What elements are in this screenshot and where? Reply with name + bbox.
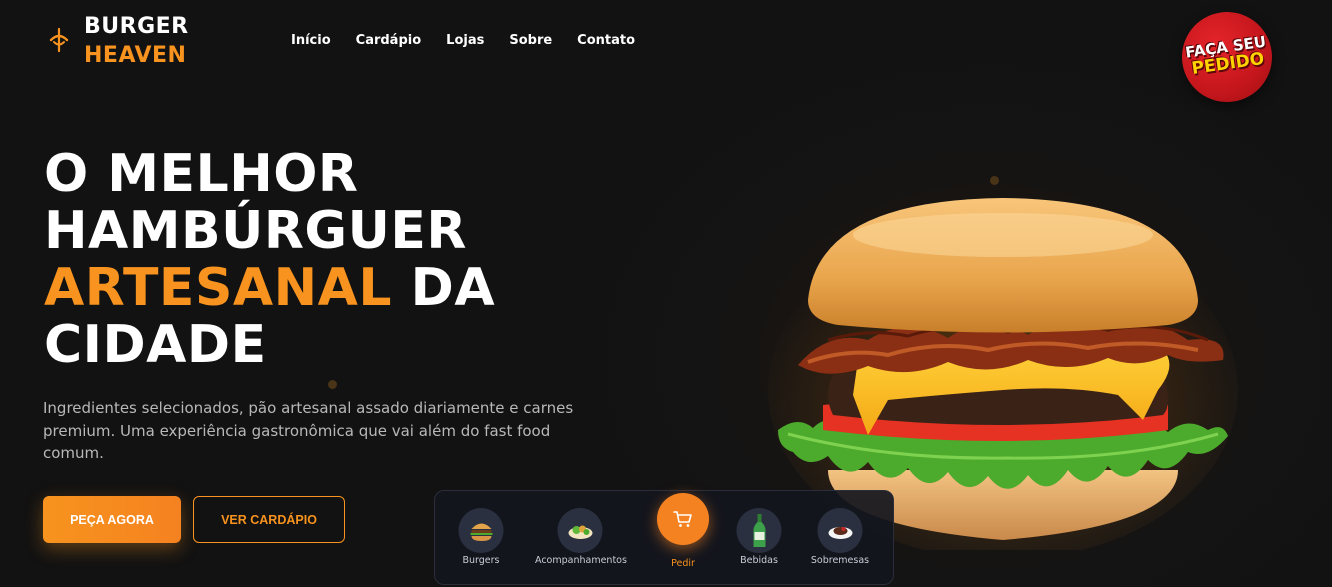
nav-item-cardapio[interactable]: Cardápio [356,33,422,48]
view-menu-button[interactable]: VER CARDÁPIO [193,496,345,543]
nav-item-sobre[interactable]: Sobre [509,33,552,48]
category-bar: Burgers Acompanhamentos Pedir Bebidas So… [434,490,894,585]
category-label: Acompanhamentos [535,555,627,566]
nav-item-lojas[interactable]: Lojas [446,33,484,48]
category-burgers[interactable]: Burgers [436,491,526,586]
brand-logo[interactable]: BURGER HEAVEN [48,12,189,70]
burger-icon [458,508,504,553]
nav-item-inicio[interactable]: Início [291,33,331,48]
nav-item-contato[interactable]: Contato [577,33,635,48]
dessert-icon [817,508,863,553]
brand-line1: BURGER [84,14,189,39]
category-label: Bebidas [740,555,778,566]
hero-title-line4: CIDADE [44,315,267,375]
hero-title-line3-rest: DA [392,258,496,318]
hero-title-accent: ARTESANAL [44,258,393,318]
hero-title-line2: HAMBÚRGUER [44,201,467,261]
category-label: Burgers [462,555,500,566]
decorative-dot [328,380,337,389]
order-now-button[interactable]: PEÇA AGORA [43,496,181,543]
category-label: Sobremesas [810,555,870,566]
category-bebidas[interactable]: Bebidas [714,491,804,586]
brand-name: BURGER HEAVEN [84,12,189,70]
category-sobremesas[interactable]: Sobremesas [795,491,885,586]
landing-page: BURGER HEAVEN Início Cardápio Lojas Sobr… [0,0,1332,587]
hero-title: O MELHOR HAMBÚRGUER ARTESANAL DA CIDADE [44,146,495,374]
decorative-dot [990,176,999,185]
hero-description: Ingredientes selecionados, pão artesanal… [43,399,574,462]
flame-logo-icon [49,27,69,53]
order-now-badge[interactable]: FAÇA SEU PEDIDO [1176,6,1278,108]
hero-title-line1: O MELHOR [44,144,359,204]
category-acompanhamentos[interactable]: Acompanhamentos [535,491,627,586]
bottle-icon [736,508,782,553]
brand-line2: HEAVEN [84,43,187,68]
cart-icon [657,493,709,545]
main-nav: Início Cardápio Lojas Sobre Contato [291,33,635,48]
salad-icon [557,508,603,553]
